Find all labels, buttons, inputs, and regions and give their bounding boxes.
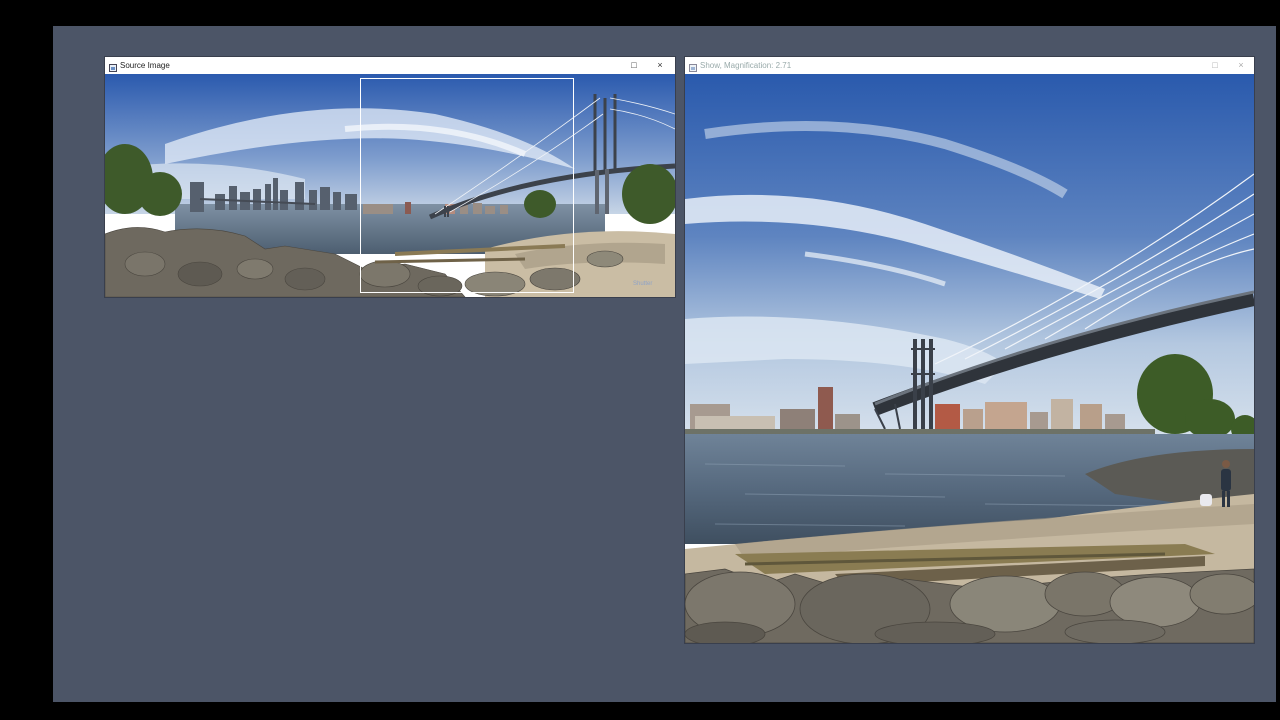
close-icon[interactable]: × [1232, 57, 1250, 74]
close-icon[interactable]: × [651, 57, 669, 74]
maximize-icon[interactable]: □ [1206, 57, 1224, 74]
source-image-window[interactable]: Source Image □ × Shutter [105, 57, 675, 297]
magnification-window-title: Show, Magnification: 2.71 [700, 61, 792, 70]
source-window-title: Source Image [120, 61, 170, 70]
magnification-window[interactable]: Show, Magnification: 2.71 □ × [685, 57, 1254, 643]
source-watermark: Shutter [633, 281, 653, 287]
image-window-icon [109, 61, 117, 72]
roi-selection-rectangle[interactable] [360, 78, 574, 293]
image-window-icon [689, 61, 697, 72]
maximize-icon[interactable]: □ [625, 57, 643, 74]
magnified-image-canvas[interactable] [685, 74, 1254, 643]
magnified-bridge-image [685, 74, 1254, 643]
source-image-canvas[interactable]: Shutter [105, 74, 675, 297]
magnification-window-titlebar[interactable]: Show, Magnification: 2.71 □ × [685, 57, 1254, 74]
source-window-titlebar[interactable]: Source Image □ × [105, 57, 675, 74]
